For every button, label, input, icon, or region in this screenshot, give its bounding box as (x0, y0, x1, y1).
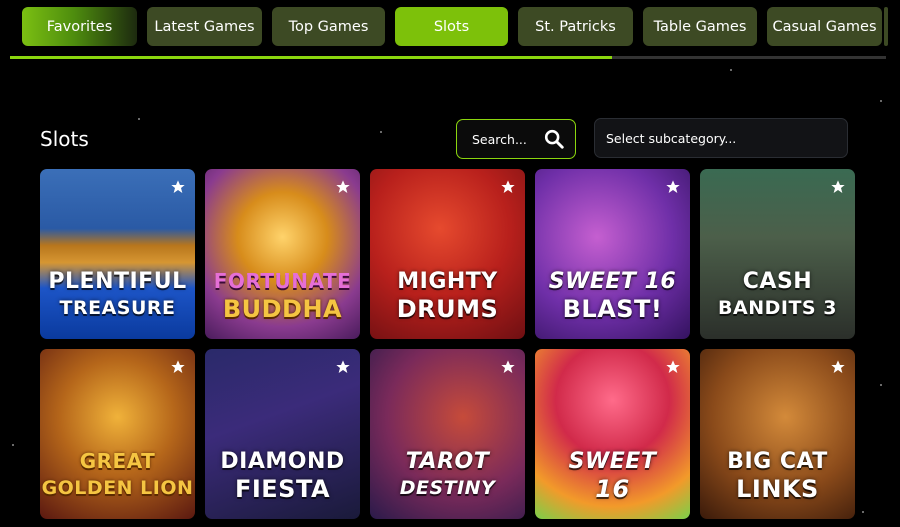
game-title-line2: FIESTA (234, 475, 331, 503)
game-title-line2: LINKS (736, 475, 819, 503)
game-title-line2: 16 (595, 475, 630, 503)
tab-label: Casual Games (772, 18, 877, 35)
game-card-big-cat-links[interactable]: BIG CAT LINKS (700, 349, 855, 519)
game-title-line1: SWEET (568, 449, 657, 474)
game-title-line1: DIAMOND (220, 449, 345, 474)
tab-label: Table Games (653, 18, 747, 35)
category-tabs: Favorites Latest Games Top Games Slots S… (22, 7, 882, 46)
star-icon[interactable] (335, 359, 351, 375)
game-title-line2: DRUMS (396, 295, 499, 323)
game-title-line2: BANDITS 3 (718, 297, 837, 319)
tab-casual-games[interactable]: Casual Games (767, 7, 882, 46)
subcategory-select[interactable]: Select subcategory... (594, 118, 848, 158)
game-title-line2: BLAST! (562, 295, 663, 323)
tab-top-games[interactable]: Top Games (272, 7, 385, 46)
game-title-line1: PLENTIFUL (48, 269, 187, 294)
tab-slots[interactable]: Slots (395, 7, 508, 46)
search-icon[interactable] (543, 128, 565, 150)
tab-latest-games[interactable]: Latest Games (147, 7, 262, 46)
game-title-line1: FORTUNATE (213, 269, 352, 293)
star-icon[interactable] (500, 359, 516, 375)
tab-table-games[interactable]: Table Games (643, 7, 757, 46)
subcategory-placeholder: Select subcategory... (606, 130, 737, 146)
tab-label: St. Patricks (535, 18, 616, 35)
tab-label: Favorites (46, 18, 113, 35)
tabs-scroll-track[interactable] (10, 56, 886, 59)
game-title-line2: DESTINY (399, 477, 496, 499)
game-title-line1: GREAT (79, 449, 156, 473)
tab-label: Top Games (288, 18, 369, 35)
star-icon[interactable] (170, 179, 186, 195)
tab-st-patricks[interactable]: St. Patricks (518, 7, 633, 46)
tab-label: Latest Games (154, 18, 255, 35)
tab-favorites[interactable]: Favorites (22, 7, 137, 46)
star-icon[interactable] (335, 179, 351, 195)
tab-overflow-edge[interactable] (884, 7, 888, 46)
game-card-great-golden-lion[interactable]: GREAT GOLDEN LION (40, 349, 195, 519)
tab-label: Slots (433, 18, 470, 35)
game-title-line1: SWEET 16 (548, 269, 677, 294)
game-card-fortunate-buddha[interactable]: FORTUNATE BUDDHA (205, 169, 360, 339)
game-card-sweet-16-blast[interactable]: SWEET 16 BLAST! (535, 169, 690, 339)
game-title-line1: BIG CAT (727, 449, 828, 474)
game-title-line2: BUDDHA (222, 295, 343, 323)
search-input[interactable] (472, 131, 542, 147)
section-title: Slots (40, 127, 89, 151)
game-card-plentiful-treasure[interactable]: PLENTIFUL TREASURE (40, 169, 195, 339)
star-icon[interactable] (665, 359, 681, 375)
star-icon[interactable] (830, 179, 846, 195)
star-icon[interactable] (830, 359, 846, 375)
game-card-mighty-drums[interactable]: MIGHTY DRUMS (370, 169, 525, 339)
game-title-line1: MIGHTY (397, 269, 498, 294)
game-card-sweet-16[interactable]: SWEET 16 (535, 349, 690, 519)
search-box[interactable] (456, 119, 576, 159)
star-icon[interactable] (170, 359, 186, 375)
tabs-scroll-thumb[interactable] (10, 56, 612, 59)
game-card-tarot-destiny[interactable]: TAROT DESTINY (370, 349, 525, 519)
star-icon[interactable] (665, 179, 681, 195)
game-card-diamond-fiesta[interactable]: DIAMOND FIESTA (205, 349, 360, 519)
games-grid: PLENTIFUL TREASURE FORTUNATE BUDDHA MIGH… (40, 169, 855, 519)
game-title-line2: TREASURE (59, 297, 176, 319)
game-title-line1: CASH (742, 269, 813, 294)
game-title-line1: TAROT (405, 449, 490, 474)
game-title-line2: GOLDEN LION (41, 477, 194, 499)
game-card-cash-bandits-3[interactable]: CASH BANDITS 3 (700, 169, 855, 339)
star-icon[interactable] (500, 179, 516, 195)
